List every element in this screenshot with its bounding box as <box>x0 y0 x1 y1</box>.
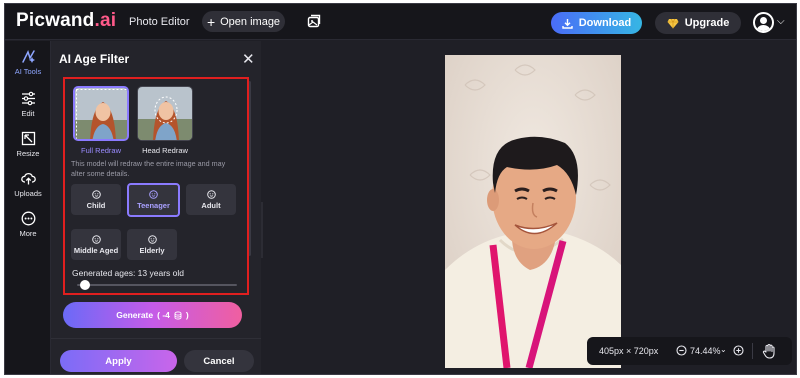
logo[interactable]: Picwand.ai <box>16 10 116 32</box>
elderly-face-icon <box>147 234 157 244</box>
age-slider-track[interactable] <box>77 284 237 286</box>
rail-label: Edit <box>21 109 35 118</box>
hand-pan-icon[interactable] <box>761 343 777 359</box>
portrait-photo <box>445 55 621 368</box>
image-history-icon[interactable] <box>307 14 321 28</box>
zoom-dropdown-icon[interactable]: ⌄ <box>720 345 727 354</box>
generate-cost: ( -4 <box>157 310 170 320</box>
upgrade-button[interactable]: Upgrade <box>655 12 741 34</box>
apply-button[interactable]: Apply <box>60 350 177 372</box>
zoom-in-icon[interactable] <box>733 345 744 356</box>
age-label: Teenager <box>137 201 170 210</box>
user-avatar[interactable] <box>753 12 774 33</box>
age-label: Child <box>86 200 106 210</box>
edited-photo <box>445 55 621 368</box>
top-bar: Picwand.ai Photo Editor + Open image Dow… <box>5 4 796 40</box>
age-label: Adult <box>201 200 221 210</box>
options-highlight-box: Full Redraw Head Redraw This model will … <box>63 77 249 295</box>
ai-tools-icon <box>21 50 35 63</box>
age-label: Middle Aged <box>73 245 119 255</box>
mode-card-head-redraw[interactable] <box>137 86 193 141</box>
age-option-teenager[interactable]: Teenager <box>127 183 180 217</box>
age-option-elderly[interactable]: Elderly <box>127 229 177 260</box>
zoom-out-icon[interactable] <box>676 345 687 356</box>
open-image-label: Open image <box>220 15 281 28</box>
head-redraw-thumbnail <box>138 87 192 140</box>
generate-cost-close: ) <box>185 310 189 320</box>
mode-label-full-redraw: Full Redraw <box>80 146 121 155</box>
age-option-child[interactable]: Child <box>71 184 121 215</box>
middle-aged-face-icon <box>91 234 101 244</box>
left-rail: AI Tools Edit Resize Uploads More <box>5 41 51 374</box>
nav-photo-editor[interactable]: Photo Editor <box>129 16 190 28</box>
generate-button[interactable]: Generate ( -4 ) <box>63 302 242 328</box>
child-face-icon <box>91 189 101 199</box>
rail-item-ai-tools[interactable]: AI Tools <box>5 49 51 76</box>
logo-suffix-text: .ai <box>94 10 117 31</box>
logo-main-text: Picwand <box>16 10 95 31</box>
generated-ages-label: Generated ages: 13 years old <box>72 268 184 278</box>
upload-cloud-icon <box>20 173 36 185</box>
image-dimensions: 405px × 720px <box>599 346 659 356</box>
credit-coin-icon <box>174 310 182 320</box>
rail-label: Resize <box>16 149 40 158</box>
resize-icon <box>21 131 35 146</box>
age-option-adult[interactable]: Adult <box>186 184 236 215</box>
age-filter-panel: AI Age Filter ✕ Full Redraw Head Redraw … <box>51 41 261 374</box>
diamond-icon <box>667 18 679 28</box>
age-option-middle-aged[interactable]: Middle Aged <box>71 229 121 260</box>
plus-icon: + <box>206 13 216 30</box>
download-label: Download <box>578 17 632 29</box>
download-button[interactable]: Download <box>551 12 642 34</box>
sliders-icon <box>21 91 35 106</box>
rail-label: Uploads <box>14 189 42 198</box>
zoom-percentage[interactable]: 74.44% <box>690 346 721 356</box>
rail-label: AI Tools <box>14 67 42 76</box>
rail-item-more[interactable]: More <box>5 211 51 238</box>
teenager-face-icon <box>149 190 158 199</box>
editor-canvas[interactable]: 405px × 720px 74.44% ⌄ <box>263 41 796 374</box>
mode-description: This model will redraw the entire image … <box>71 159 226 178</box>
zoom-toolbar-divider <box>752 343 753 359</box>
generate-label: Generate <box>116 310 154 320</box>
full-redraw-thumbnail <box>75 88 127 139</box>
open-image-button[interactable]: + Open image <box>202 11 285 32</box>
panel-divider <box>51 338 261 339</box>
rail-item-uploads[interactable]: Uploads <box>5 171 51 198</box>
download-icon <box>562 18 573 29</box>
app-window: Picwand.ai Photo Editor + Open image Dow… <box>4 3 797 375</box>
mode-card-full-redraw[interactable] <box>73 86 129 141</box>
more-icon <box>21 211 35 226</box>
mode-label-head-redraw: Head Redraw <box>142 146 188 155</box>
chevron-down-icon[interactable]: ⌵ <box>777 16 785 27</box>
age-label: Elderly <box>139 245 165 255</box>
panel-title: AI Age Filter <box>59 52 130 66</box>
cancel-button[interactable]: Cancel <box>184 350 254 372</box>
rail-item-edit[interactable]: Edit <box>5 91 51 118</box>
close-icon[interactable]: ✕ <box>242 50 255 68</box>
rail-label: More <box>19 229 37 238</box>
rail-item-resize[interactable]: Resize <box>5 131 51 158</box>
zoom-toolbar: 405px × 720px 74.44% ⌄ <box>587 337 792 365</box>
upgrade-label: Upgrade <box>684 17 730 29</box>
age-slider-thumb[interactable] <box>80 280 90 290</box>
adult-face-icon <box>206 189 216 199</box>
